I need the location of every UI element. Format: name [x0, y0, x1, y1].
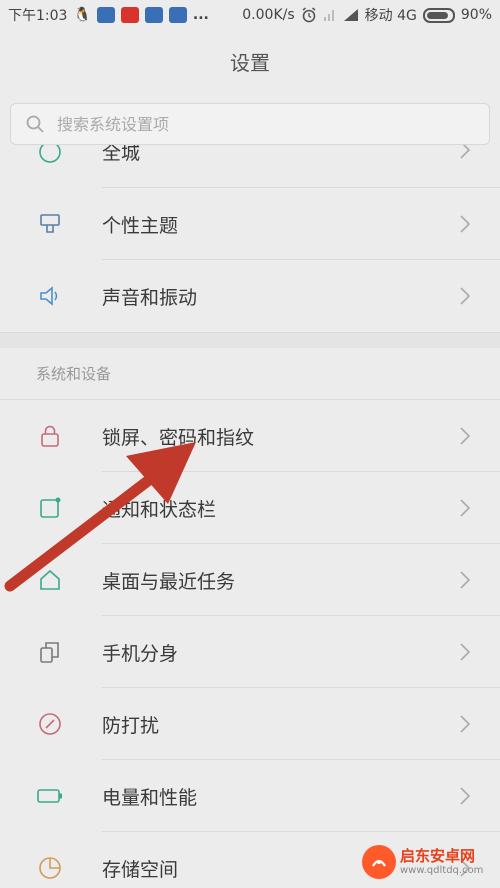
- theme-brush-icon: [36, 210, 64, 238]
- settings-row-notifications[interactable]: 通知和状态栏: [0, 472, 500, 544]
- settings-row-desktop[interactable]: 桌面与最近任务: [0, 544, 500, 616]
- pie-storage-icon: [36, 854, 64, 882]
- watermark: 启东安卓网 www.qdltdq.com: [362, 842, 492, 882]
- signal-off-icon: [323, 10, 334, 21]
- speaker-icon: [36, 282, 64, 310]
- settings-row-battery[interactable]: 电量和性能: [0, 760, 500, 832]
- notification-app-icon-red: [120, 7, 139, 23]
- search-icon: [26, 115, 44, 133]
- chevron-right-icon: [460, 499, 471, 517]
- settings-row-dual-apps[interactable]: 手机分身: [0, 616, 500, 688]
- settings-row-label: 手机分身: [102, 642, 179, 665]
- chevron-right-icon: [460, 715, 471, 733]
- battery-icon: [422, 7, 455, 23]
- settings-row-partial[interactable]: 全城: [0, 141, 500, 188]
- page-title-bar: 设置: [0, 38, 500, 84]
- status-bar: 下午1:03 🐧 ... 0.00K/s 移动 4G 90%: [0, 0, 500, 30]
- watermark-title: 启东安卓网: [400, 847, 476, 866]
- notification-app-icon-2: [144, 7, 163, 23]
- chevron-right-icon: [460, 427, 471, 445]
- settings-row-sound[interactable]: 声音和振动: [0, 260, 500, 332]
- settings-row-theme[interactable]: 个性主题: [0, 188, 500, 260]
- network-speed: 0.00K/s: [242, 7, 295, 23]
- settings-row-label: 个性主题: [102, 214, 179, 237]
- settings-row-label: 存储空间: [102, 858, 179, 881]
- lock-icon: [36, 422, 64, 450]
- search-input[interactable]: [57, 114, 457, 134]
- signal-icon: [343, 9, 358, 21]
- section-title: 系统和设备: [36, 365, 112, 383]
- chevron-right-icon: [460, 643, 471, 661]
- more-notifications-icon: ...: [192, 7, 209, 23]
- notification-icon: [36, 494, 64, 522]
- search-bar[interactable]: [10, 103, 490, 145]
- watermark-url: www.qdltdq.com: [400, 864, 484, 876]
- section-divider: [0, 332, 500, 348]
- settings-row-label: 通知和状态栏: [102, 498, 217, 521]
- carrier-label: 移动 4G: [364, 8, 417, 24]
- settings-list: 全城 个性主题 声音和振动 系统和设备 锁屏、密码和指纹 通知和状态栏 桌面与最…: [0, 141, 500, 888]
- watermark-logo-icon: [362, 845, 396, 879]
- status-time: 下午1:03: [8, 8, 68, 24]
- settings-row-label: 声音和振动: [102, 286, 198, 309]
- chevron-right-icon: [460, 287, 471, 305]
- do-not-disturb-icon: [36, 710, 64, 738]
- settings-row-lockscreen[interactable]: 锁屏、密码和指纹: [0, 400, 500, 472]
- settings-row-label: 电量和性能: [102, 786, 198, 809]
- home-icon: [36, 566, 64, 594]
- qq-penguin-icon: 🐧: [73, 7, 91, 23]
- settings-row-label: 锁屏、密码和指纹: [102, 426, 255, 449]
- alarm-icon: [302, 7, 316, 23]
- settings-row-dnd[interactable]: 防打扰: [0, 688, 500, 760]
- settings-row-label: 桌面与最近任务: [102, 570, 236, 593]
- dual-phone-icon: [36, 638, 64, 666]
- notification-app-icon: [96, 7, 115, 23]
- chevron-right-icon: [460, 215, 471, 233]
- page-title: 设置: [230, 50, 270, 75]
- section-header: 系统和设备: [0, 348, 500, 400]
- settings-row-label: 防打扰: [102, 714, 160, 737]
- battery-percent: 90%: [460, 7, 492, 23]
- chevron-right-icon: [460, 787, 471, 805]
- chevron-right-icon: [460, 571, 471, 589]
- notification-app-icon-3: [168, 7, 187, 23]
- battery-icon: [36, 782, 64, 810]
